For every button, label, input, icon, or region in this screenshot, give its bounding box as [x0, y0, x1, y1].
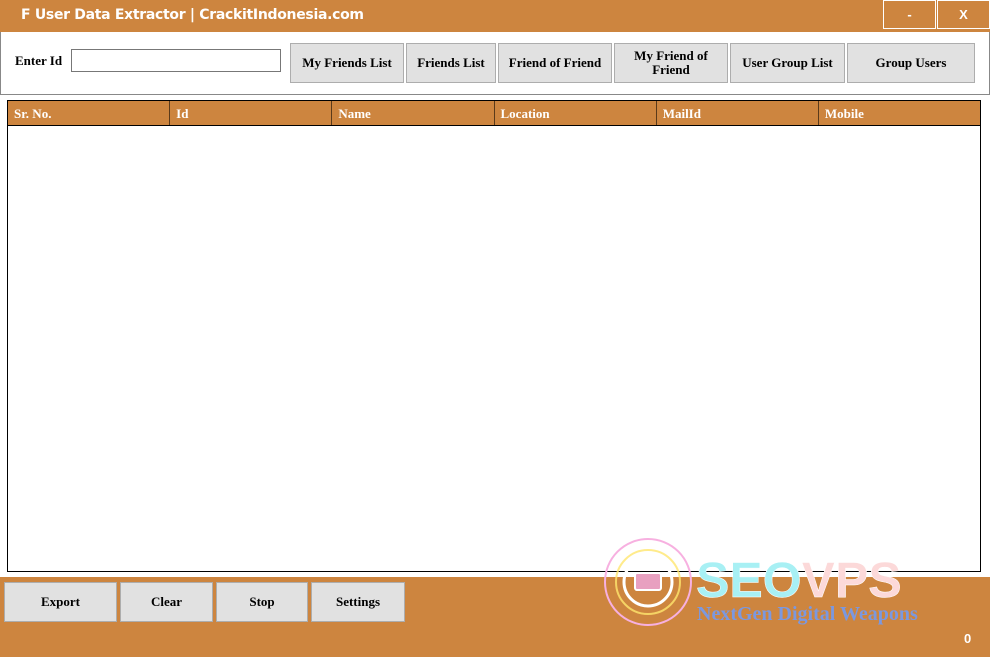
column-sr-no[interactable]: Sr. No. [8, 101, 171, 125]
my-friend-of-friend-button[interactable]: My Friend of Friend [614, 43, 728, 83]
column-id[interactable]: Id [170, 101, 333, 125]
friends-list-button[interactable]: Friends List [406, 43, 496, 83]
column-mobile[interactable]: Mobile [819, 101, 980, 125]
id-input[interactable] [71, 49, 281, 72]
friend-of-friend-button[interactable]: Friend of Friend [498, 43, 612, 83]
window-title: F User Data Extractor | CrackitIndonesia… [21, 7, 364, 23]
group-users-button[interactable]: Group Users [847, 43, 975, 83]
logo-tagline-text: NextGen Digital Weapons [697, 603, 918, 625]
close-button[interactable]: X [937, 0, 990, 29]
stop-button[interactable]: Stop [216, 582, 308, 622]
minimize-button[interactable]: - [883, 0, 936, 29]
column-name[interactable]: Name [332, 101, 495, 125]
enter-id-label: Enter Id [15, 53, 63, 68]
data-grid[interactable]: Sr. No. Id Name Location MailId Mobile [7, 100, 981, 572]
clear-button[interactable]: Clear [120, 582, 213, 622]
grid-header: Sr. No. Id Name Location MailId Mobile [8, 101, 980, 126]
settings-button[interactable]: Settings [311, 582, 405, 622]
logo-brand-text: SEOVPS [696, 552, 902, 608]
record-count: 0 [964, 631, 972, 646]
user-group-list-button[interactable]: User Group List [730, 43, 845, 83]
column-mailid[interactable]: MailId [657, 101, 819, 125]
my-friends-list-button[interactable]: My Friends List [290, 43, 404, 83]
export-button[interactable]: Export [4, 582, 117, 622]
column-location[interactable]: Location [495, 101, 657, 125]
monitor-icon [634, 572, 662, 591]
seovps-watermark-logo: SEOVPS NextGen Digital Weapons [604, 538, 918, 626]
